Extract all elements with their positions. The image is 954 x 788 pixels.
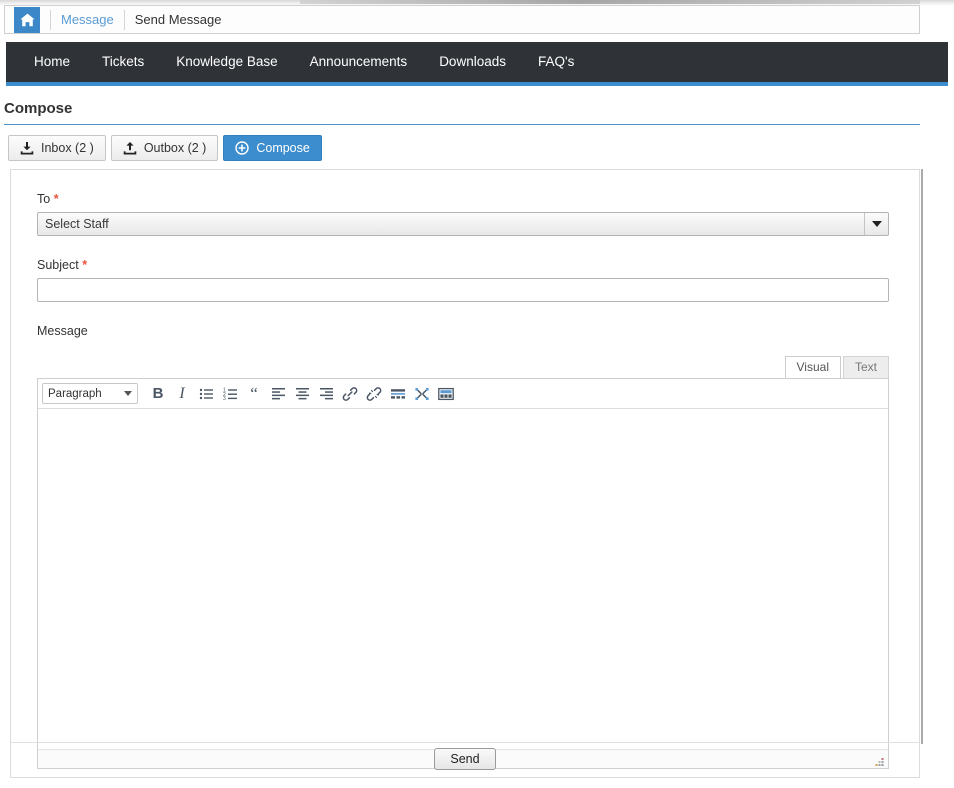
footer-divider bbox=[10, 742, 920, 743]
message-field-label: Message bbox=[37, 324, 88, 338]
outbox-upload-icon bbox=[123, 141, 137, 155]
subject-required-mark: * bbox=[82, 258, 88, 272]
align-left-icon[interactable] bbox=[266, 382, 290, 406]
editor-tab-text[interactable]: Text bbox=[842, 356, 889, 378]
numbered-list-icon[interactable]: 1 2 3 bbox=[218, 382, 242, 406]
bulleted-list-icon[interactable] bbox=[194, 382, 218, 406]
message-editor: Paragraph B I 1 2 3 “ bbox=[37, 378, 889, 769]
tab-compose[interactable]: Compose bbox=[223, 135, 322, 161]
inbox-download-icon bbox=[20, 141, 34, 155]
home-icon[interactable] bbox=[14, 6, 40, 33]
compose-panel: To * Select Staff Subject * Message Visu… bbox=[10, 169, 920, 778]
subject-field-label: Subject * bbox=[37, 258, 893, 272]
nav-item-tickets[interactable]: Tickets bbox=[86, 42, 160, 82]
editor-mode-tabs: Visual Text bbox=[37, 356, 889, 378]
page-title-rule bbox=[4, 124, 920, 125]
insert-link-icon[interactable] bbox=[338, 382, 362, 406]
tab-inbox-label: Inbox (2 ) bbox=[41, 141, 94, 155]
panel-right-edge bbox=[921, 169, 923, 744]
breadcrumb-current-page: Send Message bbox=[134, 12, 222, 27]
chevron-down-icon[interactable] bbox=[864, 213, 888, 235]
toolbar-toggle-icon[interactable] bbox=[434, 382, 458, 406]
align-right-icon[interactable] bbox=[314, 382, 338, 406]
bold-icon[interactable]: B bbox=[146, 382, 170, 406]
form-actions: Send bbox=[10, 748, 920, 770]
to-field-label: To * bbox=[37, 192, 893, 206]
to-select[interactable]: Select Staff bbox=[37, 212, 889, 236]
plus-circle-icon bbox=[235, 141, 250, 155]
editor-toolbar: Paragraph B I 1 2 3 “ bbox=[38, 379, 888, 409]
breadcrumb-link-message[interactable]: Message bbox=[61, 12, 114, 27]
tab-outbox[interactable]: Outbox (2 ) bbox=[110, 135, 219, 161]
blockquote-icon[interactable]: “ bbox=[242, 382, 266, 406]
nav-item-home[interactable]: Home bbox=[18, 42, 86, 82]
breadcrumb-divider-2 bbox=[123, 9, 125, 30]
insert-read-more-icon[interactable] bbox=[386, 382, 410, 406]
subject-input[interactable] bbox=[37, 278, 889, 302]
fullscreen-icon[interactable] bbox=[410, 382, 434, 406]
breadcrumb: Message Send Message bbox=[4, 5, 920, 34]
nav-item-announcements[interactable]: Announcements bbox=[294, 42, 424, 82]
tab-compose-label: Compose bbox=[256, 141, 310, 155]
align-center-icon[interactable] bbox=[290, 382, 314, 406]
tab-inbox[interactable]: Inbox (2 ) bbox=[8, 135, 106, 161]
nav-item-faqs[interactable]: FAQ's bbox=[522, 42, 590, 82]
message-tabs: Inbox (2 ) Outbox (2 ) Compose bbox=[8, 135, 327, 161]
tab-outbox-label: Outbox (2 ) bbox=[143, 141, 207, 155]
breadcrumb-divider-1 bbox=[50, 9, 51, 30]
to-required-mark: * bbox=[53, 192, 59, 206]
subject-label-text: Subject bbox=[37, 258, 79, 272]
svg-text:3: 3 bbox=[223, 396, 226, 401]
chevron-down-icon bbox=[124, 391, 132, 396]
paragraph-format-select[interactable]: Paragraph bbox=[42, 383, 138, 404]
italic-icon[interactable]: I bbox=[170, 382, 194, 406]
page-bottom-divider bbox=[10, 777, 920, 778]
paragraph-format-value: Paragraph bbox=[48, 387, 102, 400]
page-title: Compose bbox=[4, 100, 73, 117]
main-navigation: Home Tickets Knowledge Base Announcement… bbox=[6, 42, 948, 86]
send-button[interactable]: Send bbox=[434, 748, 496, 770]
to-select-value: Select Staff bbox=[45, 217, 109, 231]
to-label-text: To bbox=[37, 192, 51, 206]
nav-item-knowledge-base[interactable]: Knowledge Base bbox=[160, 42, 293, 82]
unlink-icon[interactable] bbox=[362, 382, 386, 406]
message-editor-body[interactable] bbox=[38, 409, 888, 749]
nav-item-downloads[interactable]: Downloads bbox=[423, 42, 522, 82]
editor-tab-visual[interactable]: Visual bbox=[784, 356, 841, 378]
